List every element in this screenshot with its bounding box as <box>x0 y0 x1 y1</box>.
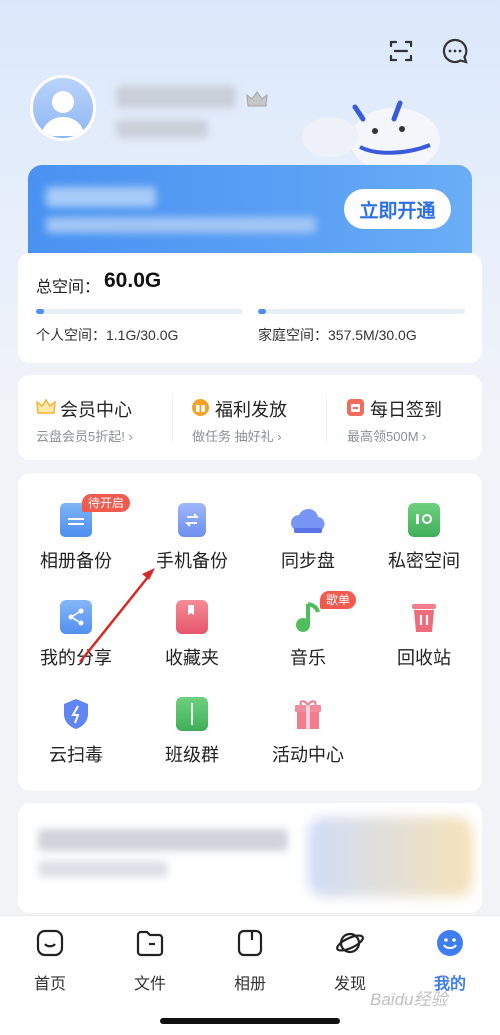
gift-icon <box>192 399 209 416</box>
grid-item-activity-center[interactable]: 活动中心 <box>250 667 366 765</box>
daily-checkin-sub: 最高领500M › <box>347 429 427 444</box>
book-icon <box>176 697 208 731</box>
cloud-icon <box>290 503 326 537</box>
welfare-sub: 做任务 抽好礼 › <box>192 429 282 444</box>
grid-item-recycle-bin[interactable]: 回收站 <box>366 570 482 668</box>
personal-space-bar-fill <box>36 309 45 314</box>
family-space-bar <box>258 309 465 314</box>
family-space-label: 家庭空间： <box>258 327 328 343</box>
daily-checkin-title: 每日签到 <box>370 400 442 420</box>
grid-label: 活动中心 <box>272 745 344 765</box>
bookmark-icon <box>176 600 208 634</box>
grid-badge: 待开启 <box>82 494 131 512</box>
tab-home[interactable]: 首页 <box>0 926 100 996</box>
storage-card[interactable]: 总空间： 60.0G 个人空间：1.1G/30.0G 家庭空间：357.5M/3… <box>18 253 482 363</box>
family-space-text: 家庭空间：357.5M/30.0G <box>258 325 417 345</box>
vip-desc-blurred <box>46 217 316 233</box>
grid-item-photo-backup[interactable]: 待开启 相册备份 <box>18 473 134 571</box>
promo-banner-card[interactable] <box>18 803 482 913</box>
promo-image-blurred <box>308 817 473 897</box>
username-blurred <box>116 86 236 108</box>
daily-checkin-link[interactable]: 每日签到 最高领500M › <box>347 375 477 460</box>
divider <box>172 395 173 441</box>
tab-label: 首页 <box>33 976 66 993</box>
tab-label: 相册 <box>233 976 266 993</box>
quick-links-card: 会员中心 云盘会员5折起! › 福利发放 做任务 抽好礼 › 每日签到 最高领5… <box>18 375 482 460</box>
home-indicator <box>160 1018 340 1024</box>
tab-label: 文件 <box>133 976 166 993</box>
watermark: Baidu经验 <box>370 990 448 1009</box>
annotation-arrow <box>79 568 155 663</box>
folder-icon <box>135 928 165 958</box>
avatar[interactable] <box>30 75 96 141</box>
grid-item-phone-backup[interactable]: 手机备份 <box>134 473 250 571</box>
member-center-link[interactable]: 会员中心 云盘会员5折起! › <box>36 375 176 460</box>
account-id-blurred <box>116 120 208 138</box>
tab-album[interactable]: 相册 <box>200 926 300 996</box>
promo-desc-blurred <box>38 861 168 877</box>
mascot-illustration <box>300 95 450 175</box>
total-space-label: 总空间： <box>36 279 101 296</box>
grid-badge: 歌单 <box>320 591 357 609</box>
planet-icon <box>335 928 365 958</box>
grid-item-cloud-antivirus[interactable]: 云扫毒 <box>18 667 134 765</box>
shield-icon <box>60 697 92 731</box>
member-center-sub: 云盘会员5折起! › <box>36 429 133 444</box>
crown-level-icon <box>246 90 268 108</box>
welfare-link[interactable]: 福利发放 做任务 抽好礼 › <box>192 375 332 460</box>
message-icon[interactable] <box>439 35 471 67</box>
family-space-value: 357.5M/30.0G <box>328 327 417 343</box>
grid-item-sync-disk[interactable]: 同步盘 <box>250 473 366 571</box>
member-center-title: 会员中心 <box>60 400 132 420</box>
smile-icon <box>435 928 465 958</box>
grid-item-private-space[interactable]: 私密空间 <box>366 473 482 571</box>
open-vip-button[interactable]: 立即开通 <box>344 189 451 229</box>
divider <box>326 395 327 441</box>
home-icon <box>35 928 65 958</box>
grid-label: 班级群 <box>165 745 219 765</box>
total-space-value: 60.0G <box>104 269 162 292</box>
welfare-title: 福利发放 <box>215 400 287 420</box>
grid-label: 回收站 <box>397 648 451 668</box>
vip-title-blurred <box>46 187 156 207</box>
gift-box-icon <box>292 697 324 731</box>
phone-backup-icon <box>178 503 206 537</box>
family-space-bar-fill <box>258 309 267 314</box>
personal-space-text: 个人空间：1.1G/30.0G <box>36 325 178 345</box>
trash-icon <box>408 600 440 634</box>
personal-space-bar <box>36 309 243 314</box>
scan-icon[interactable] <box>385 35 417 67</box>
promo-title-blurred <box>38 829 288 851</box>
safe-icon <box>408 503 440 537</box>
grid-label: 云扫毒 <box>49 745 103 765</box>
personal-space-label: 个人空间： <box>36 327 106 343</box>
album-icon <box>235 928 265 958</box>
grid-item-class-group[interactable]: 班级群 <box>134 667 250 765</box>
tab-files[interactable]: 文件 <box>100 926 200 996</box>
calendar-icon <box>347 399 364 416</box>
bottom-tab-bar: 首页 文件 相册 发现 我的 <box>0 915 500 1035</box>
crown-icon <box>36 397 56 417</box>
grid-item-music[interactable]: 歌单 音乐 <box>250 570 366 668</box>
personal-space-value: 1.1G/30.0G <box>106 327 179 343</box>
